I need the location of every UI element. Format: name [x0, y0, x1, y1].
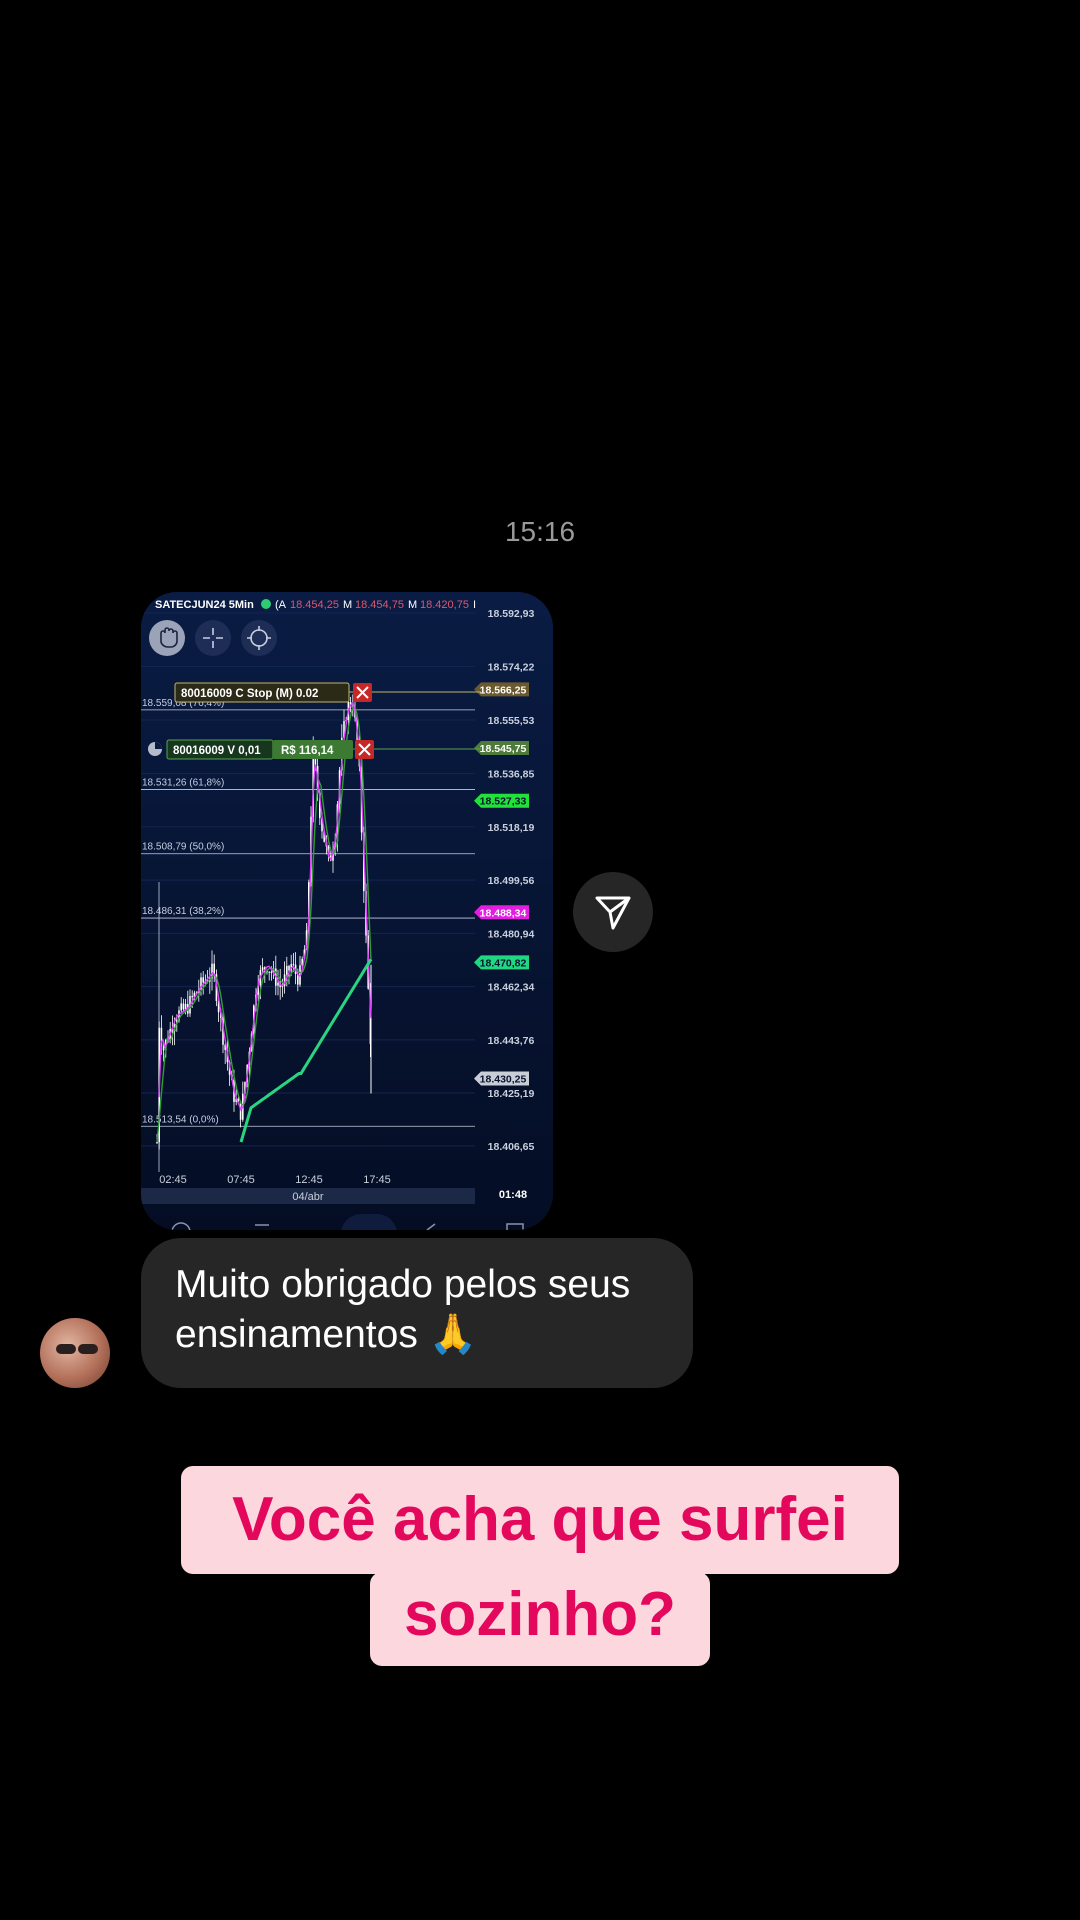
message-bubble[interactable]: Muito obrigado pelos seus ensinamentos 🙏: [141, 1238, 693, 1388]
candle-body: [270, 971, 273, 973]
price-tag-label: 18.527,33: [480, 796, 527, 808]
candle-body: [191, 996, 193, 998]
order-position-label: 80016009 V 0,01: [173, 745, 261, 757]
time-axis-label: 02:45: [159, 1174, 187, 1186]
status-dot-icon: [261, 599, 271, 609]
order-stop-label: 80016009 C Stop (M) 0.02: [181, 688, 318, 700]
fib-label: 18.531,26 (61,8%): [142, 777, 224, 788]
price-axis-label: 18.536,85: [488, 768, 535, 780]
shared-chart-screenshot[interactable]: SATECJUN24 5Min (A 18.454,25 M 18.454,75…: [141, 592, 553, 1230]
candle-body: [277, 982, 279, 986]
fib-label: 18.508,79 (50,0%): [142, 842, 224, 853]
header-sep-3: I: [473, 599, 476, 611]
price-axis-label: 18.480,94: [488, 928, 535, 940]
crosshair-tool-button[interactable]: [195, 620, 231, 656]
price-axis-label: 18.425,19: [488, 1088, 535, 1100]
candle-body: [156, 1142, 158, 1144]
avatar-eye: [56, 1344, 76, 1354]
candle-body: [162, 1046, 165, 1051]
price-tag: 18.527,33: [474, 793, 529, 808]
price-axis-label: 18.462,34: [488, 982, 535, 994]
candle-body: [180, 1003, 182, 1011]
user-avatar[interactable]: [40, 1318, 110, 1388]
candle-body: [288, 965, 290, 971]
candle-body: [182, 1003, 185, 1010]
header-value-3: 18.420,75: [420, 599, 469, 611]
price-axis-label: 18.499,56: [488, 875, 535, 887]
date-label: 04/abr: [292, 1191, 324, 1203]
avatar-eye: [78, 1344, 98, 1354]
price-tag-label: 18.566,25: [480, 684, 527, 696]
candle-body: [268, 971, 270, 973]
header-value-2: 18.454,75: [355, 599, 404, 611]
time-axis-label: 17:45: [363, 1174, 391, 1186]
price-tag-label: 18.545,75: [480, 743, 527, 755]
price-tag-label: 18.430,25: [480, 1073, 527, 1085]
candle-body: [202, 977, 204, 983]
price-axis-label: 18.574,22: [488, 662, 535, 674]
pnl-value: R$ 116,14: [281, 745, 334, 757]
header-value-1: 18.454,25: [290, 599, 339, 611]
candle-body: [261, 967, 264, 971]
hand-tool-button[interactable]: [149, 620, 185, 656]
message-timestamp: 15:16: [504, 516, 576, 547]
trading-chart: SATECJUN24 5Min (A 18.454,25 M 18.454,75…: [141, 592, 553, 1230]
price-axis-label: 18.443,76: [488, 1035, 535, 1047]
candle-body: [292, 964, 295, 966]
price-tag: 18.545,75: [474, 740, 529, 755]
chart-symbol: SATECJUN24 5Min: [155, 599, 254, 611]
price-axis-label: 18.406,65: [488, 1141, 535, 1153]
candle-body: [286, 965, 288, 975]
header-sep-1: M: [343, 599, 352, 611]
message-text: Muito obrigado pelos seus ensinamentos 🙏: [175, 1263, 631, 1356]
send-icon: [595, 896, 631, 930]
caption-line-2: sozinho?: [370, 1572, 710, 1666]
header-sep-2: M: [408, 599, 417, 611]
target-tool-button[interactable]: [241, 620, 277, 656]
price-tag-label: 18.488,34: [480, 907, 527, 919]
price-tag: 18.470,82: [474, 955, 529, 970]
share-button[interactable]: [573, 872, 653, 952]
time-axis-label: 12:45: [295, 1174, 323, 1186]
price-axis-label: 18.555,53: [488, 715, 535, 727]
caption-line-1: Você acha que surfei: [181, 1466, 899, 1574]
price-axis-label: 18.518,19: [488, 822, 535, 834]
price-tag-label: 18.470,82: [480, 957, 527, 969]
chart-header-prefix: (A: [275, 599, 287, 611]
price-tag: 18.566,25: [474, 682, 529, 697]
time-axis-label: 07:45: [227, 1174, 255, 1186]
fib-label: 18.513,54 (0,0%): [142, 1114, 219, 1125]
fib-label: 18.486,31 (38,2%): [142, 906, 224, 917]
candle-countdown: 01:48: [499, 1189, 527, 1201]
price-axis-label: 18.592,93: [488, 608, 535, 620]
price-tag: 18.430,25: [474, 1071, 529, 1086]
price-tag: 18.488,34: [474, 905, 529, 920]
